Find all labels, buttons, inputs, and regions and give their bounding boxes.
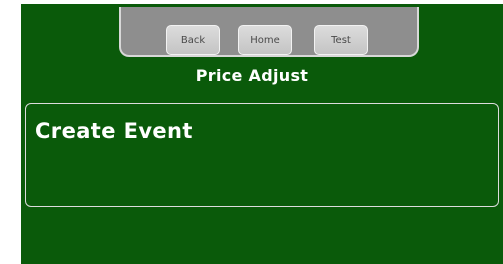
home-button[interactable]: Home (238, 25, 292, 55)
nav-bar: Back Home Test (119, 7, 419, 57)
page-title: Price Adjust (195, 66, 309, 85)
back-button[interactable]: Back (166, 25, 220, 55)
create-event-button[interactable]: Create Event (25, 103, 499, 207)
test-button[interactable]: Test (314, 25, 368, 55)
create-event-label: Create Event (35, 119, 193, 143)
app-screen: Back Home Test Price Adjust Create Event (21, 4, 503, 264)
